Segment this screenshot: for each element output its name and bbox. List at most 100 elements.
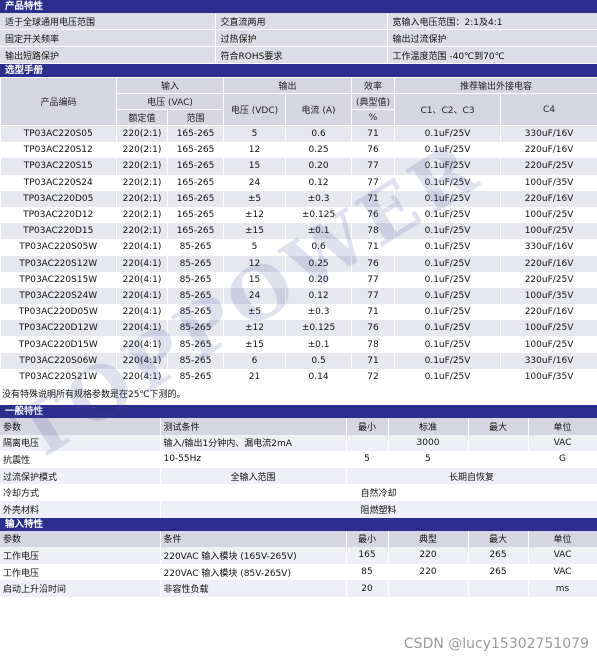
table-cell: 330uF/16V: [500, 239, 597, 256]
table-cell: 220: [388, 547, 469, 564]
table-row: TP03AC220D05 220(2:1) 165-265 ±5 ±0.3 71 0.1uF…: [0, 190, 597, 207]
table-cell: [346, 434, 389, 452]
table-row: 抗震性 10-55Hz 5 5 G: [0, 451, 597, 468]
table-row: TP03AC220S05 220(2:1) 165-265 5 0.6 71 0.1uF/2…: [0, 125, 597, 143]
table-cell: 外壳材料: [0, 500, 161, 518]
table-cell: [388, 580, 469, 597]
table-cell: [468, 451, 529, 468]
table-cell: 0.1uF/25V: [394, 336, 502, 353]
table-cell: 220uF/25V: [500, 158, 597, 175]
table-cell: TP03AC220D12W: [0, 320, 117, 337]
table-cell: 85-265: [167, 239, 225, 256]
table-cell: 100uF/35V: [500, 368, 597, 385]
col-header-voltage-vac: 电压 (VAC): [115, 93, 225, 110]
col-header-product-code: 产品编码: [0, 77, 117, 126]
feature-cell: 过热保护: [215, 29, 388, 47]
table-cell: 100uF/25V: [500, 223, 597, 240]
table-cell: 工作电压: [0, 563, 161, 581]
table-cell: 0.6: [285, 125, 353, 143]
table-cell: 220(2:1): [116, 158, 168, 175]
feature-cell: 工作温度范围 -40℃到70℃: [387, 46, 597, 64]
table-cell: 非容性负载: [160, 580, 347, 597]
table-cell: 启动上升沿时间: [0, 580, 161, 597]
table-cell: ±0.125: [285, 320, 353, 337]
table-cell: 220(4:1): [116, 255, 168, 272]
table-cell: 21: [223, 368, 287, 385]
table-cell: 100uF/25V: [500, 336, 597, 353]
table-cell: TP03AC220D12: [0, 206, 117, 224]
table-cell: 100uF/25V: [500, 320, 597, 337]
csdn-watermark: CSDN @lucy15302751079: [403, 636, 589, 652]
table-cell: 165-265: [167, 223, 225, 240]
table-cell: 0.12: [285, 174, 353, 191]
table-cell: 0.1uF/25V: [394, 352, 502, 369]
table-cell: 71: [351, 352, 396, 369]
table-cell: 0.20: [285, 158, 353, 175]
header-cell: 典型: [388, 530, 469, 548]
table-cell: [468, 580, 529, 597]
feature-cell: 符合ROHS要求: [215, 46, 388, 64]
table-cell: 20: [346, 580, 389, 597]
table-cell: 220(2:1): [116, 125, 168, 143]
table-cell: 165-265: [167, 158, 225, 175]
col-header-iout: 电流 (A): [285, 93, 353, 126]
col-header-output: 输出: [223, 77, 353, 94]
table-cell: TP03AC220D15: [0, 223, 117, 240]
table-cell: 3000: [388, 434, 469, 452]
section-header-features: 产品特性: [0, 0, 597, 13]
header-cell: 测试条件: [160, 418, 347, 435]
table-cell: VAC: [528, 434, 597, 452]
table-cell: 165-265: [167, 190, 225, 207]
table-row: TP03AC220D12W 220(4:1) 85-265 ±12 ±0.125 76 0.…: [0, 320, 597, 337]
table-cell: 0.1uF/25V: [394, 304, 502, 321]
table-cell: 5: [388, 451, 469, 468]
table-cell: ms: [528, 580, 597, 597]
table-row: TP03AC220S15 220(2:1) 165-265 15 0.20 77 0.1uF…: [0, 158, 597, 175]
table-cell: 165-265: [167, 206, 225, 224]
header-cell: 最大: [468, 418, 529, 435]
table-cell: 0.14: [285, 368, 353, 385]
table-cell: 220uF/16V: [500, 304, 597, 321]
table-cell: 71: [351, 125, 396, 143]
col-header-percent: %: [351, 109, 396, 126]
table-row: TP03AC220S24 220(2:1) 165-265 24 0.12 77 0.1uF…: [0, 174, 597, 191]
table-cell: 165-265: [167, 174, 225, 191]
table-cell: 265: [468, 563, 529, 581]
table-cell: 0.25: [285, 142, 353, 159]
header-cell: 标准: [388, 418, 469, 435]
table-cell: 220uF/25V: [500, 271, 597, 288]
table-cell: 0.1uF/25V: [394, 368, 502, 385]
table-cell: TP03AC220D05: [0, 190, 117, 207]
table-cell: TP03AC220S24W: [0, 287, 117, 305]
table-cell: 76: [351, 142, 396, 159]
table-cell: 100uF/35V: [500, 287, 597, 305]
table-cell: 冷却方式: [0, 484, 161, 501]
section-header-selection: 选型手册: [0, 64, 597, 77]
feature-row: 固定开关频率 过热保护 输出过流保护: [0, 29, 597, 47]
table-cell: 220(2:1): [116, 223, 168, 240]
table-cell: 77: [351, 287, 396, 305]
table-cell: 330uF/16V: [500, 352, 597, 369]
table-row: 冷却方式 自然冷却: [0, 484, 597, 501]
col-header-typical: (典型值): [351, 93, 396, 110]
table-cell: 220uF/16V: [500, 142, 597, 159]
col-header-c4: C4: [500, 93, 597, 126]
table-cell: 220(2:1): [116, 174, 168, 191]
table-cell: 100uF/35V: [500, 174, 597, 191]
header-cell: 条件: [160, 530, 347, 548]
col-header-c123: C1、C2、C3: [394, 93, 502, 126]
table-cell: 220uF/16V: [500, 255, 597, 272]
feature-cell: 输出短路保护: [0, 46, 216, 64]
feature-cell: 交直流两用: [215, 13, 388, 30]
table-cell: VAC: [528, 563, 597, 581]
table-cell: ±5: [223, 190, 287, 207]
header-cell: 参数: [0, 530, 161, 548]
table-cell: 220(2:1): [116, 206, 168, 224]
header-cell: 单位: [528, 418, 597, 435]
table-cell: 0.1uF/25V: [394, 287, 502, 305]
table-cell: 12: [223, 142, 287, 159]
table-cell: TP03AC220D05W: [0, 304, 117, 321]
feature-cell: 固定开关频率: [0, 29, 216, 47]
input-table: 参数 条件 最小 典型 最大 单位 工作电压 220VAC 输入模块 (165V-265V) 1…: [0, 530, 597, 597]
table-cell: 10-55Hz: [160, 451, 347, 468]
